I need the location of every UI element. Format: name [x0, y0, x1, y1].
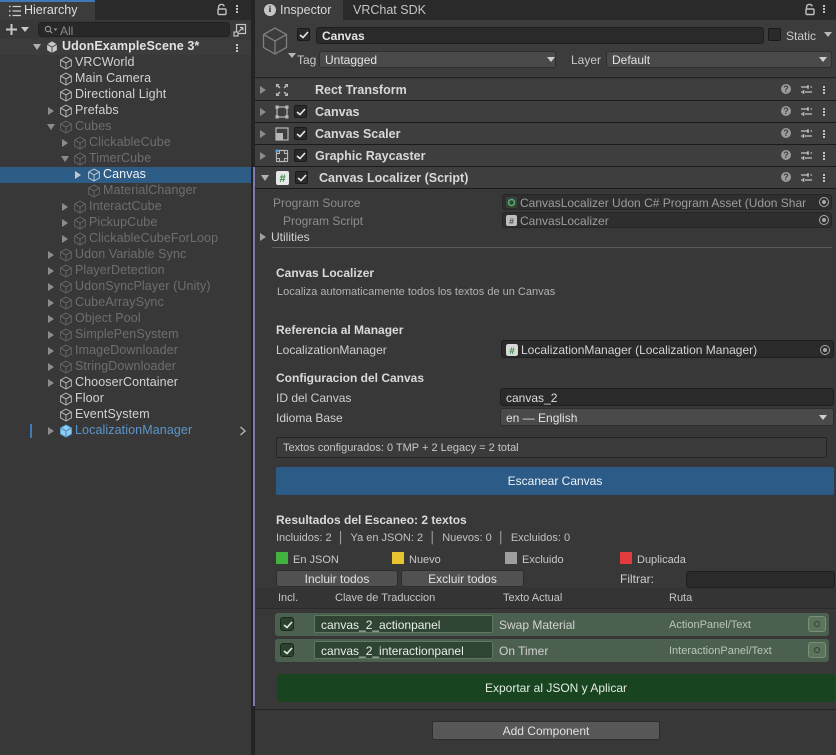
svg-text:#: #	[509, 346, 514, 356]
svg-text:#: #	[279, 173, 285, 185]
svg-text:#: #	[509, 216, 514, 226]
